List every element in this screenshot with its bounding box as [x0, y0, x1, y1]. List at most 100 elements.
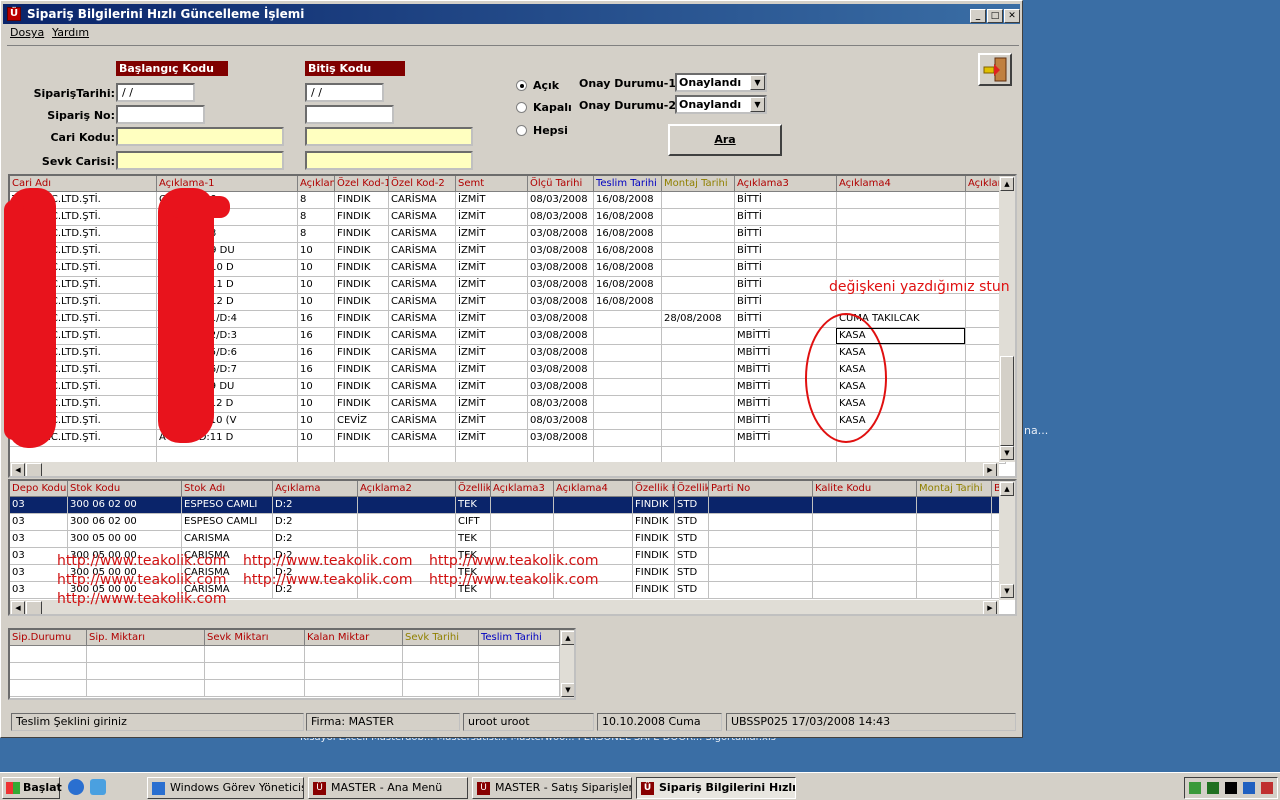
line-cell[interactable] — [358, 514, 456, 531]
order-cell[interactable]: BİTTİ — [735, 243, 837, 260]
order-cell[interactable]: FINDIK — [335, 430, 389, 447]
order-cell[interactable]: İZMİT — [456, 379, 528, 396]
line-cell[interactable] — [709, 565, 813, 582]
shipment-cell[interactable] — [305, 646, 403, 663]
task-windows-task-manager[interactable]: Windows Görev Yöneticisi — [147, 777, 304, 799]
order-cell[interactable]: İZMİT — [456, 277, 528, 294]
active-cell-editor[interactable] — [836, 328, 965, 344]
order-cell[interactable] — [837, 192, 966, 209]
shipment-cell[interactable] — [403, 646, 479, 663]
order-cell[interactable]: İZMİT — [456, 328, 528, 345]
title-bar[interactable]: Ü Sipariş Bilgilerini Hızlı Güncelleme İ… — [3, 4, 1020, 24]
order-cell[interactable]: 28/08/2008 — [662, 311, 735, 328]
line-cell[interactable] — [491, 531, 554, 548]
line-cell[interactable]: FINDIK — [633, 514, 675, 531]
line-cell[interactable] — [813, 514, 917, 531]
line-cell[interactable]: FINDIK — [633, 565, 675, 582]
order-cell[interactable]: BİTTİ — [735, 192, 837, 209]
order-cell[interactable]: 10 — [298, 243, 335, 260]
order-cell[interactable]: BİTTİ — [735, 226, 837, 243]
order-cell[interactable] — [594, 311, 662, 328]
order-cell[interactable] — [837, 294, 966, 311]
order-header-cell[interactable]: Açıklama3 — [735, 176, 837, 192]
line-cell[interactable] — [709, 582, 813, 599]
shipment-cell[interactable] — [479, 680, 560, 697]
order-cell[interactable]: 08/03/2008 — [528, 192, 594, 209]
browser-icon[interactable] — [68, 779, 84, 795]
order-cell[interactable]: CARİSMA — [389, 226, 456, 243]
order-cell[interactable]: İZMİT — [456, 430, 528, 447]
line-cell[interactable]: 300 06 02 00 — [68, 514, 182, 531]
scroll-thumb[interactable] — [1000, 356, 1014, 446]
scroll-down-arrow-icon[interactable]: ▼ — [1000, 584, 1014, 598]
order-cell[interactable]: FINDIK — [335, 328, 389, 345]
order-cell[interactable]: 03/08/2008 — [528, 430, 594, 447]
order-cell[interactable]: İZMİT — [456, 311, 528, 328]
order-cell[interactable] — [662, 379, 735, 396]
order-cell[interactable] — [662, 277, 735, 294]
order-cell[interactable]: İZMİT — [456, 362, 528, 379]
line-header-cell[interactable]: Özellik — [675, 481, 709, 497]
close-button[interactable]: ✕ — [1004, 9, 1020, 23]
tray-app-icon[interactable] — [1225, 782, 1237, 794]
order-cell[interactable] — [662, 362, 735, 379]
order-date-end-input[interactable]: / / — [305, 83, 384, 102]
line-cell[interactable] — [491, 514, 554, 531]
order-cell[interactable]: 08/03/2008 — [528, 413, 594, 430]
shipment-cell[interactable] — [87, 663, 205, 680]
shipment-cell[interactable] — [205, 663, 305, 680]
order-cell[interactable]: 16 — [298, 362, 335, 379]
radio-acik[interactable]: Açık — [516, 79, 559, 92]
order-cell[interactable]: İZMİT — [456, 413, 528, 430]
shipment-cell[interactable] — [205, 646, 305, 663]
line-cell[interactable] — [917, 514, 992, 531]
order-cell[interactable]: CARİSMA — [389, 345, 456, 362]
order-cell[interactable]: CARİSMA — [389, 209, 456, 226]
quicklaunch-icon[interactable] — [90, 779, 106, 795]
order-cell[interactable]: İZMİT — [456, 226, 528, 243]
line-cell[interactable]: STD — [675, 497, 709, 514]
order-cell[interactable]: 08/03/2008 — [528, 396, 594, 413]
line-cell[interactable]: STD — [675, 531, 709, 548]
order-cell[interactable] — [837, 209, 966, 226]
order-cell[interactable]: FINDIK — [335, 362, 389, 379]
shipment-cell[interactable] — [87, 646, 205, 663]
order-cell[interactable] — [837, 243, 966, 260]
order-cell[interactable]: FINDIK — [335, 345, 389, 362]
shipment-header-cell[interactable]: Kalan Miktar — [305, 630, 403, 646]
order-cell[interactable]: CARİSMA — [389, 311, 456, 328]
tray-shield-icon[interactable] — [1207, 782, 1219, 794]
order-cell[interactable]: 08/03/2008 — [528, 209, 594, 226]
order-cell[interactable]: FINDIK — [335, 192, 389, 209]
order-header-cell[interactable]: Açıklama — [298, 176, 335, 192]
order-cell[interactable]: BİTTİ — [735, 294, 837, 311]
shipment-header-cell[interactable]: Sip. Miktarı — [87, 630, 205, 646]
order-cell[interactable]: CARİSMA — [389, 430, 456, 447]
line-cell[interactable] — [813, 531, 917, 548]
line-cell[interactable]: FINDIK — [633, 582, 675, 599]
order-cell[interactable]: 16/08/2008 — [594, 226, 662, 243]
shipment-cell[interactable] — [403, 680, 479, 697]
scroll-thumb[interactable] — [26, 463, 42, 476]
order-cell[interactable]: BİTTİ — [735, 260, 837, 277]
order-cell[interactable]: CARİSMA — [389, 362, 456, 379]
scroll-left-arrow-icon[interactable]: ◀ — [11, 601, 25, 614]
line-header-cell[interactable]: Montaj Tarihi — [917, 481, 992, 497]
shipment-cell[interactable] — [10, 680, 87, 697]
order-cell[interactable] — [837, 226, 966, 243]
search-button[interactable]: Ara — [668, 124, 782, 156]
order-cell[interactable]: CARİSMA — [389, 379, 456, 396]
order-cell[interactable]: FINDIK — [335, 294, 389, 311]
line-cell[interactable] — [813, 565, 917, 582]
order-cell[interactable]: İZMİT — [456, 345, 528, 362]
line-header-cell[interactable]: Açıklama3 — [491, 481, 554, 497]
menu-yardim[interactable]: Yardım — [52, 26, 89, 39]
order-cell[interactable]: 8 — [298, 192, 335, 209]
order-cell[interactable]: İZMİT — [456, 192, 528, 209]
tray-status-icon[interactable] — [1243, 782, 1255, 794]
task-master-main-menu[interactable]: Ü MASTER - Ana Menü — [308, 777, 468, 799]
order-cell[interactable]: İZMİT — [456, 396, 528, 413]
order-cell[interactable]: 03/08/2008 — [528, 328, 594, 345]
task-order-quick-update[interactable]: Ü Sipariş Bilgilerini Hızlı ... — [636, 777, 796, 799]
scroll-down-arrow-icon[interactable]: ▼ — [561, 683, 574, 697]
